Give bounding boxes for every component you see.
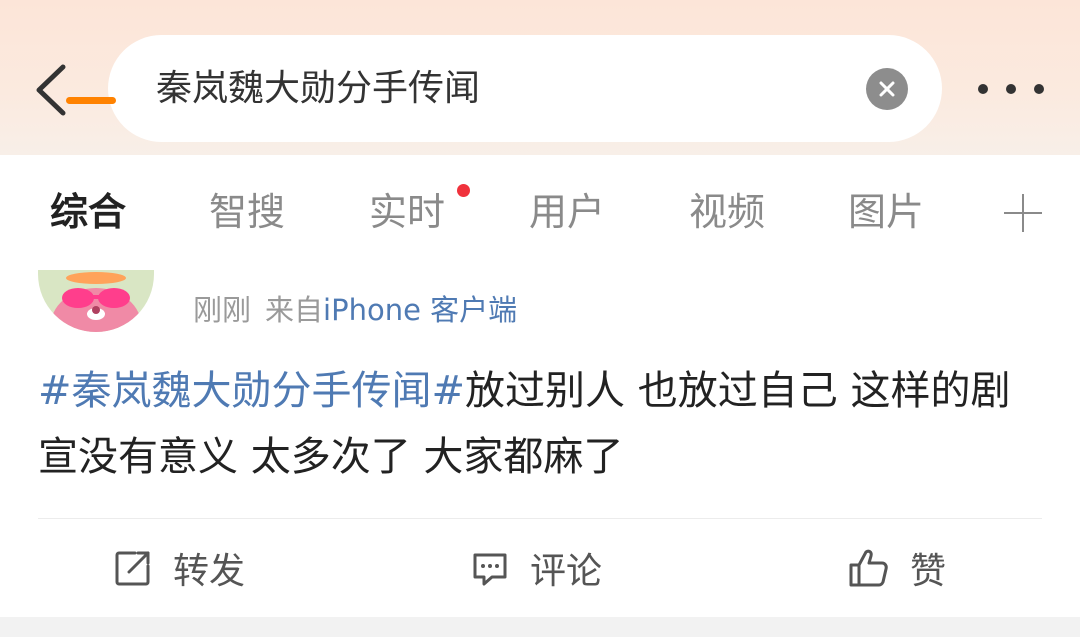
post-time: 刚刚 [193,293,252,327]
comment-label: 评论 [530,551,603,592]
post-body: #秦岚魏大勋分手传闻#放过别人 也放过自己 这样的剧宣没有意义 太多次了 大家都… [38,358,1048,490]
repost-label: 转发 [173,551,246,592]
tab-smart-search[interactable]: 智搜 [209,187,285,237]
post-topic-link[interactable]: #秦岚魏大勋分手传闻# [38,368,465,414]
post-meta: 刚刚 来自iPhone 客户端 [193,290,517,330]
repost-icon [115,551,150,586]
divider [38,518,1042,519]
post-source-device[interactable]: iPhone 客户端 [323,293,517,327]
more-icon-dot [1034,84,1044,94]
tab-comprehensive[interactable]: 综合 [50,187,126,237]
like-icon [849,549,888,587]
tab-realtime[interactable]: 实时 [369,187,445,237]
clear-search-button[interactable] [866,68,908,110]
repost-button[interactable]: 转发 [113,540,245,596]
more-button[interactable] [978,72,1044,106]
post-source-label: 来自 [265,293,324,327]
search-input[interactable]: 秦岚魏大勋分手传闻 [108,35,942,142]
active-tab-indicator [66,97,116,104]
tab-bar: 综合 智搜 实时 用户 视频 图片 [0,155,1080,255]
more-icon [978,84,988,94]
tab-users[interactable]: 用户 [529,187,605,237]
top-bar: 秦岚魏大勋分手传闻 [0,0,1080,155]
tab-images[interactable]: 图片 [848,187,924,237]
bottom-strip [0,617,1080,637]
comment-button[interactable]: 评论 [470,540,602,596]
back-icon [36,64,66,116]
clear-icon [879,81,895,97]
like-button[interactable]: 赞 [848,540,946,596]
back-button[interactable] [28,60,72,120]
more-icon-dot [1006,84,1016,94]
realtime-notification-dot [457,184,470,197]
comment-icon [473,553,507,586]
tab-video[interactable]: 视频 [689,187,765,237]
add-tab-icon[interactable] [1004,194,1042,232]
avatar[interactable] [38,270,154,332]
like-label: 赞 [910,551,947,592]
search-query-text: 秦岚魏大勋分手传闻 [156,68,481,109]
